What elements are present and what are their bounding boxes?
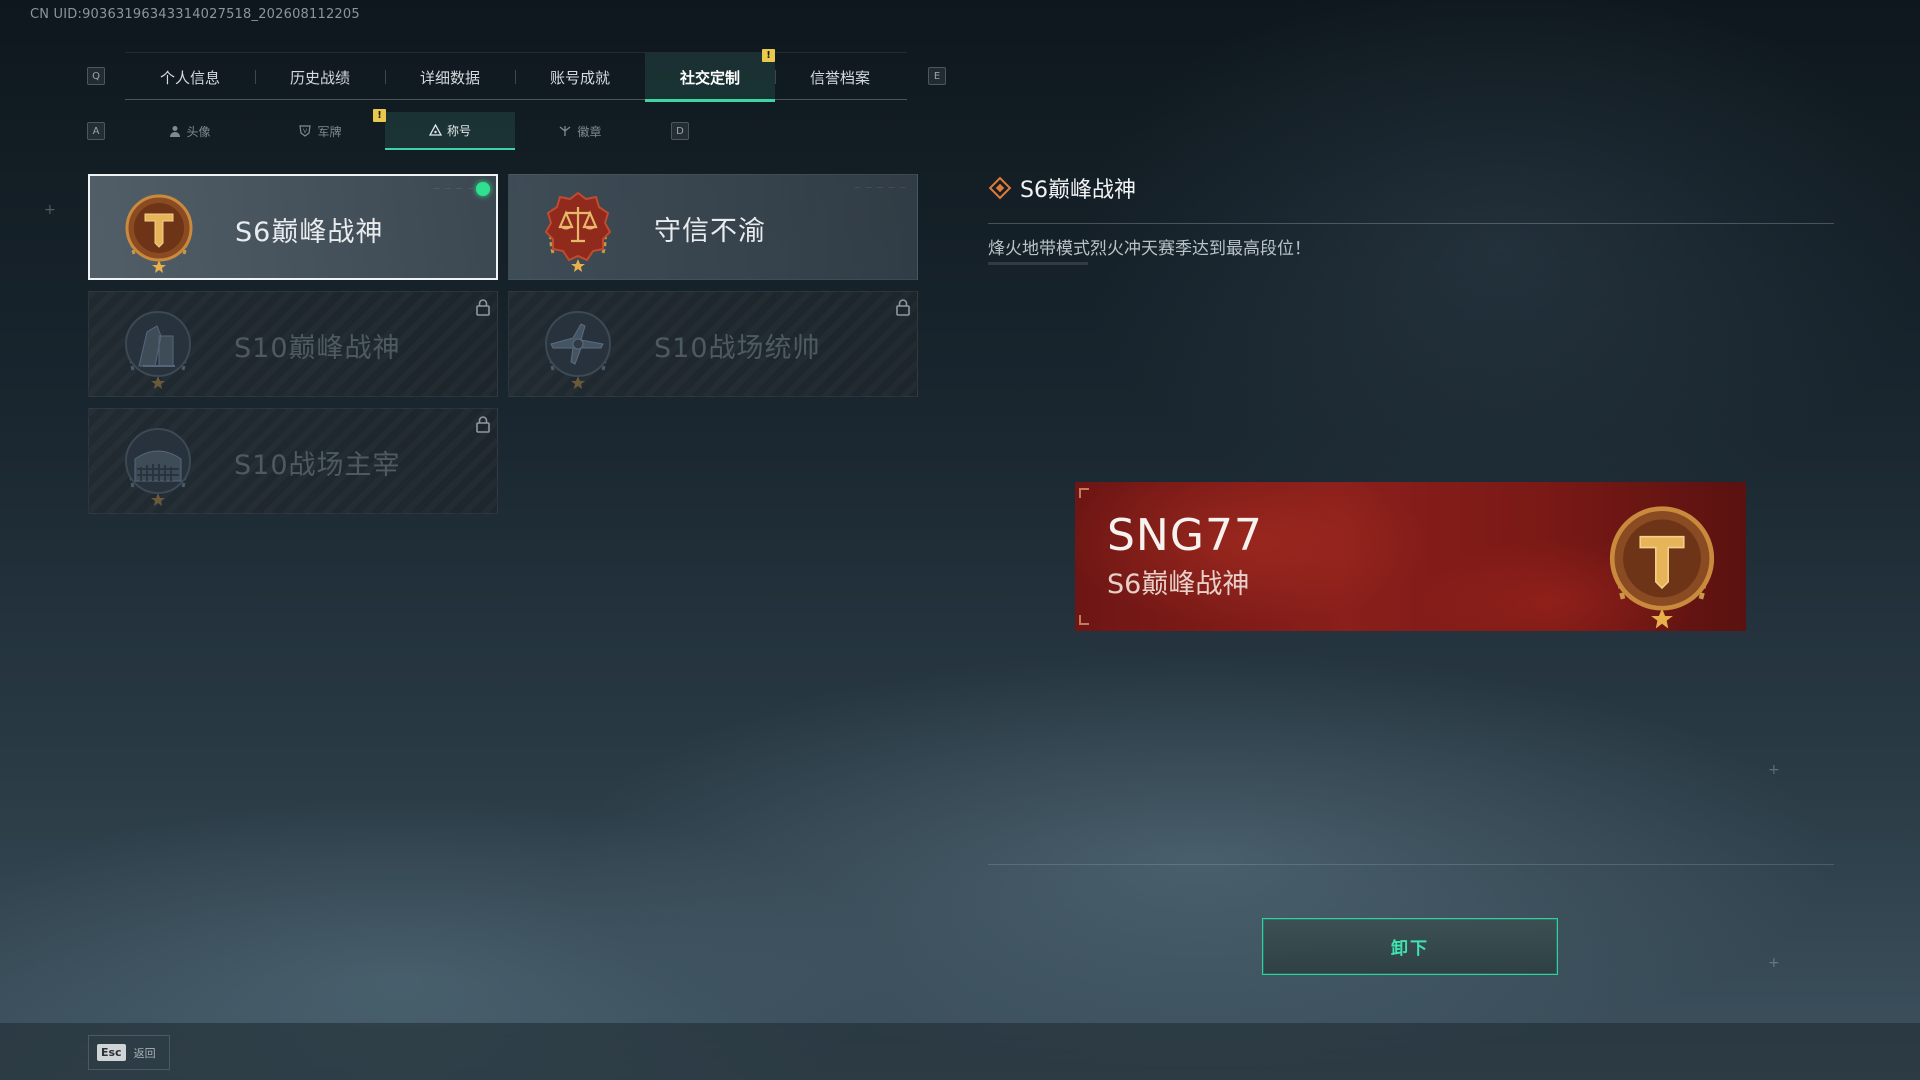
tab-reputation[interactable]: 信誉档案: [775, 53, 905, 101]
lock-icon: [476, 416, 490, 433]
description-deco-bar: [988, 262, 1088, 265]
banner-corner-bottom-left: [1079, 615, 1089, 625]
title-card-s10-commander[interactable]: S10战场统帅: [508, 291, 918, 397]
dogtag-icon: V: [299, 125, 312, 137]
diamond-marker-icon: [988, 176, 1012, 200]
title-card-label: S10巅峰战神: [234, 332, 401, 364]
subtab-title-label: 称号: [446, 123, 471, 138]
title-preview-banner: SNG77 S6巅峰战神: [1075, 482, 1746, 631]
subtab-alert-badge: !: [373, 109, 386, 122]
ghost-header-decoration: [40, 18, 74, 83]
title-card-s10-dominator[interactable]: S10战场主宰: [88, 408, 498, 514]
back-button[interactable]: Esc 返回: [88, 1035, 170, 1070]
banner-corner-top-left: [1079, 488, 1089, 498]
title-card-label: S6巅峰战神: [235, 216, 384, 248]
subtab-insignia-label: 徽章: [577, 124, 602, 139]
subtab-dogtag-label: 军牌: [317, 124, 342, 139]
s6-peak-emblem-icon: [125, 194, 193, 274]
subtab-insignia[interactable]: 徽章: [515, 112, 645, 150]
prev-subtab-key-hint[interactable]: A: [87, 122, 105, 140]
next-subtab-key-hint[interactable]: D: [671, 122, 689, 140]
preview-title-text: S6巅峰战神: [1107, 569, 1250, 600]
title-card-s10-peak[interactable]: S10巅峰战神: [88, 291, 498, 397]
subtab-title[interactable]: 称号: [385, 112, 515, 150]
tab-personal-info[interactable]: 个人信息: [125, 53, 255, 101]
back-label: 返回: [133, 1046, 156, 1060]
detail-description: 烽火地带模式烈火冲天赛季达到最高段位！: [988, 239, 1311, 259]
uid-label: CN UID:9036319634331402751​8_20260811220…: [30, 7, 360, 22]
title-card-trustworthy[interactable]: 守信不渝 — — — — —: [508, 174, 918, 280]
next-tab-key-hint[interactable]: E: [928, 67, 946, 85]
unequip-button[interactable]: 卸下: [1262, 918, 1558, 975]
detail-bottom-divider: [988, 864, 1834, 865]
s10-commander-emblem-icon: [545, 311, 611, 390]
title-icon: [428, 124, 442, 136]
tab-social-customization[interactable]: 社交定制: [645, 53, 775, 102]
equipped-indicator: [476, 182, 490, 196]
crosshair-deco: +: [44, 202, 56, 218]
s10-peak-emblem-icon: [125, 311, 191, 390]
prev-tab-key-hint[interactable]: Q: [87, 67, 105, 85]
tab-achievements[interactable]: 账号成就: [515, 53, 645, 101]
person-icon: [170, 126, 181, 137]
subtab-avatar-label: 头像: [186, 124, 211, 139]
crosshair-deco: +: [1768, 955, 1780, 971]
title-card-label: S10战场统帅: [654, 332, 821, 364]
scales-emblem-icon: [544, 191, 612, 273]
subtab-dogtag[interactable]: V 军牌: [255, 112, 385, 150]
card-deco-text: — — — — —: [854, 183, 907, 191]
tab-match-history[interactable]: 历史战绩: [255, 53, 385, 101]
title-card-label: S10战场主宰: [234, 449, 401, 481]
crosshair-deco: +: [1768, 762, 1780, 778]
main-tab-bar: 个人信息 历史战绩 详细数据 账号成就 社交定制 信誉档案: [125, 52, 907, 102]
footer-bar: [0, 1023, 1920, 1080]
lock-icon: [896, 299, 910, 316]
s6-peak-emblem-icon: [1609, 506, 1715, 630]
detail-divider: [988, 223, 1834, 224]
tab-alert-badge: !: [762, 49, 775, 62]
detail-header: S6巅峰战神: [988, 172, 1136, 204]
title-card-label: 守信不渝: [654, 215, 766, 247]
esc-key-hint: Esc: [97, 1044, 126, 1061]
s10-dominator-emblem-icon: [125, 428, 191, 507]
insignia-icon: [560, 126, 571, 136]
tab-detailed-data[interactable]: 详细数据: [385, 53, 515, 101]
subtab-avatar[interactable]: 头像: [125, 112, 255, 150]
preview-player-name: SNG77: [1107, 510, 1263, 561]
lock-icon: [476, 299, 490, 316]
detail-title: S6巅峰战神: [1020, 178, 1136, 203]
title-card-s6-peak[interactable]: S6巅峰战神 — — — — —: [88, 174, 498, 280]
